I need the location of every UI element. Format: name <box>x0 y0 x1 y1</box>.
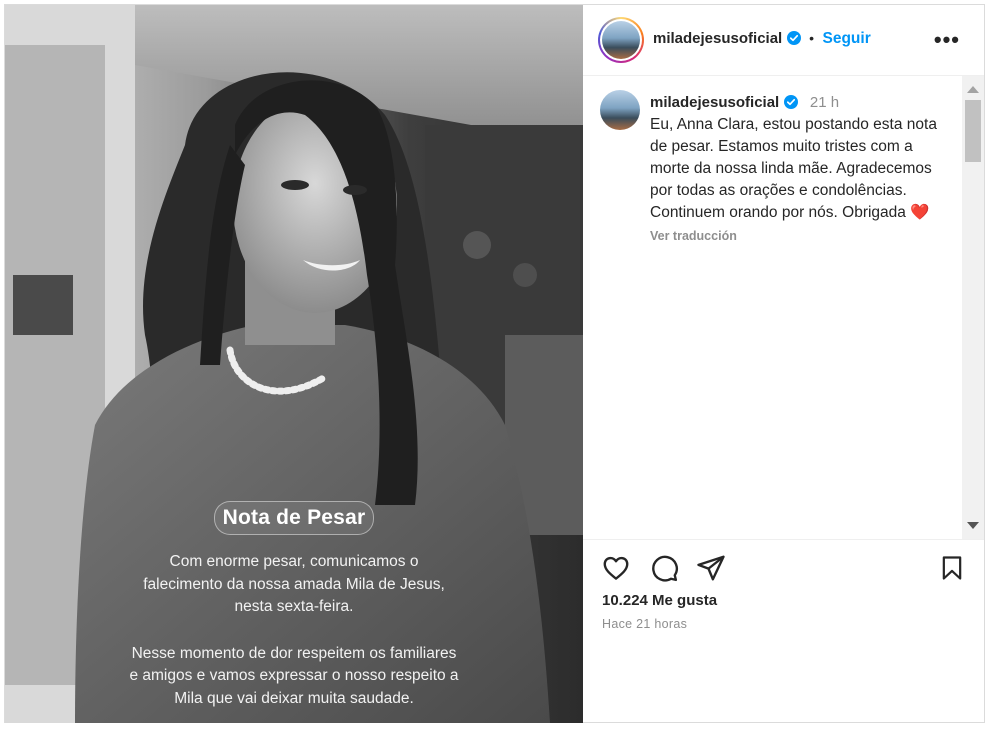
scroll-thumb[interactable] <box>965 100 981 162</box>
separator-dot: • <box>809 30 815 46</box>
overlay-line: Mila que vai deixar muita saudade. <box>174 689 414 707</box>
more-options-icon[interactable]: ••• <box>934 27 960 53</box>
share-icon[interactable] <box>696 553 726 583</box>
comments-scrollbar[interactable] <box>962 76 984 539</box>
post-photo[interactable]: Nota de Pesar Com enorme pesar, comunica… <box>5 5 583 723</box>
comment-icon[interactable] <box>649 553 679 583</box>
scroll-down-arrow-icon[interactable] <box>967 522 979 529</box>
post-header: miladejesusoficial • Seguir ••• <box>583 5 984 76</box>
overlay-message: Com enorme pesar, comunicamos o falecime… <box>5 551 583 710</box>
heart-icon[interactable] <box>601 553 631 583</box>
caption-avatar[interactable] <box>600 90 640 130</box>
overlay-line: Nesse momento de dor respeitem os famili… <box>131 644 457 662</box>
author-username[interactable]: miladejesusoficial <box>653 30 782 47</box>
caption-text: Eu, Anna Clara, estou postando esta nota… <box>650 116 937 221</box>
overlay-title: Nota de Pesar <box>213 501 375 535</box>
likes-count[interactable]: 10.224 Me gusta <box>602 592 717 609</box>
translate-link[interactable]: Ver traducción <box>650 225 950 247</box>
verified-badge-icon <box>783 95 798 109</box>
author-avatar[interactable] <box>598 17 644 63</box>
overlay-line: e amigos e vamos expressar o nosso respe… <box>129 667 459 684</box>
comments-area[interactable]: miladejesusoficial 21 h Eu, Anna Clara, … <box>583 76 984 540</box>
heart-emoji: ❤️ <box>910 204 930 221</box>
overlay-line: Com enorme pesar, comunicamos o <box>169 553 419 570</box>
scroll-up-arrow-icon[interactable] <box>967 86 979 93</box>
caption-time[interactable]: 21 h <box>810 94 839 111</box>
caption-username[interactable]: miladejesusoficial <box>650 94 779 111</box>
post-caption: miladejesusoficial 21 h Eu, Anna Clara, … <box>650 92 950 247</box>
post-side-panel: miladejesusoficial • Seguir ••• miladeje… <box>583 5 984 722</box>
post-timestamp[interactable]: Hace 21 horas <box>602 617 687 631</box>
overlay-line: nesta sexta-feira. <box>234 598 354 615</box>
action-bar <box>583 545 984 595</box>
verified-badge-icon <box>786 31 801 45</box>
follow-button[interactable]: Seguir <box>823 30 871 47</box>
bookmark-icon[interactable] <box>938 553 966 583</box>
overlay-line: falecimento da nossa amada Mila de Jesus… <box>143 575 445 593</box>
image-overlay: Nota de Pesar Com enorme pesar, comunica… <box>5 501 583 710</box>
